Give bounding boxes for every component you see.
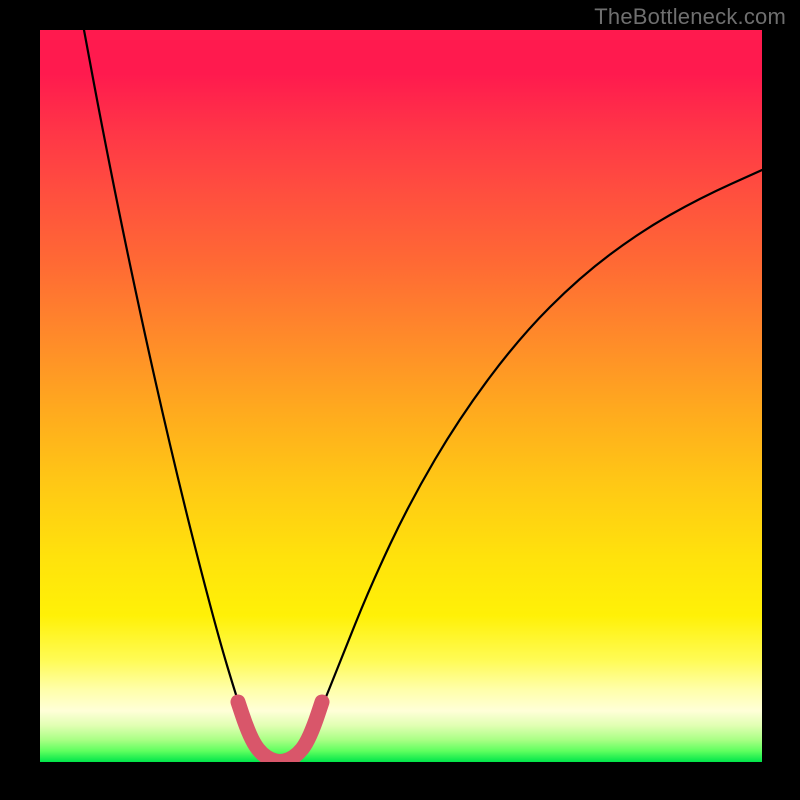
main-curve-path: [84, 30, 762, 762]
chart-frame: TheBottleneck.com: [0, 0, 800, 800]
highlight-band-path: [238, 702, 322, 762]
curve-svg: [40, 30, 762, 762]
plot-area: [40, 30, 762, 762]
watermark-text: TheBottleneck.com: [594, 4, 786, 30]
